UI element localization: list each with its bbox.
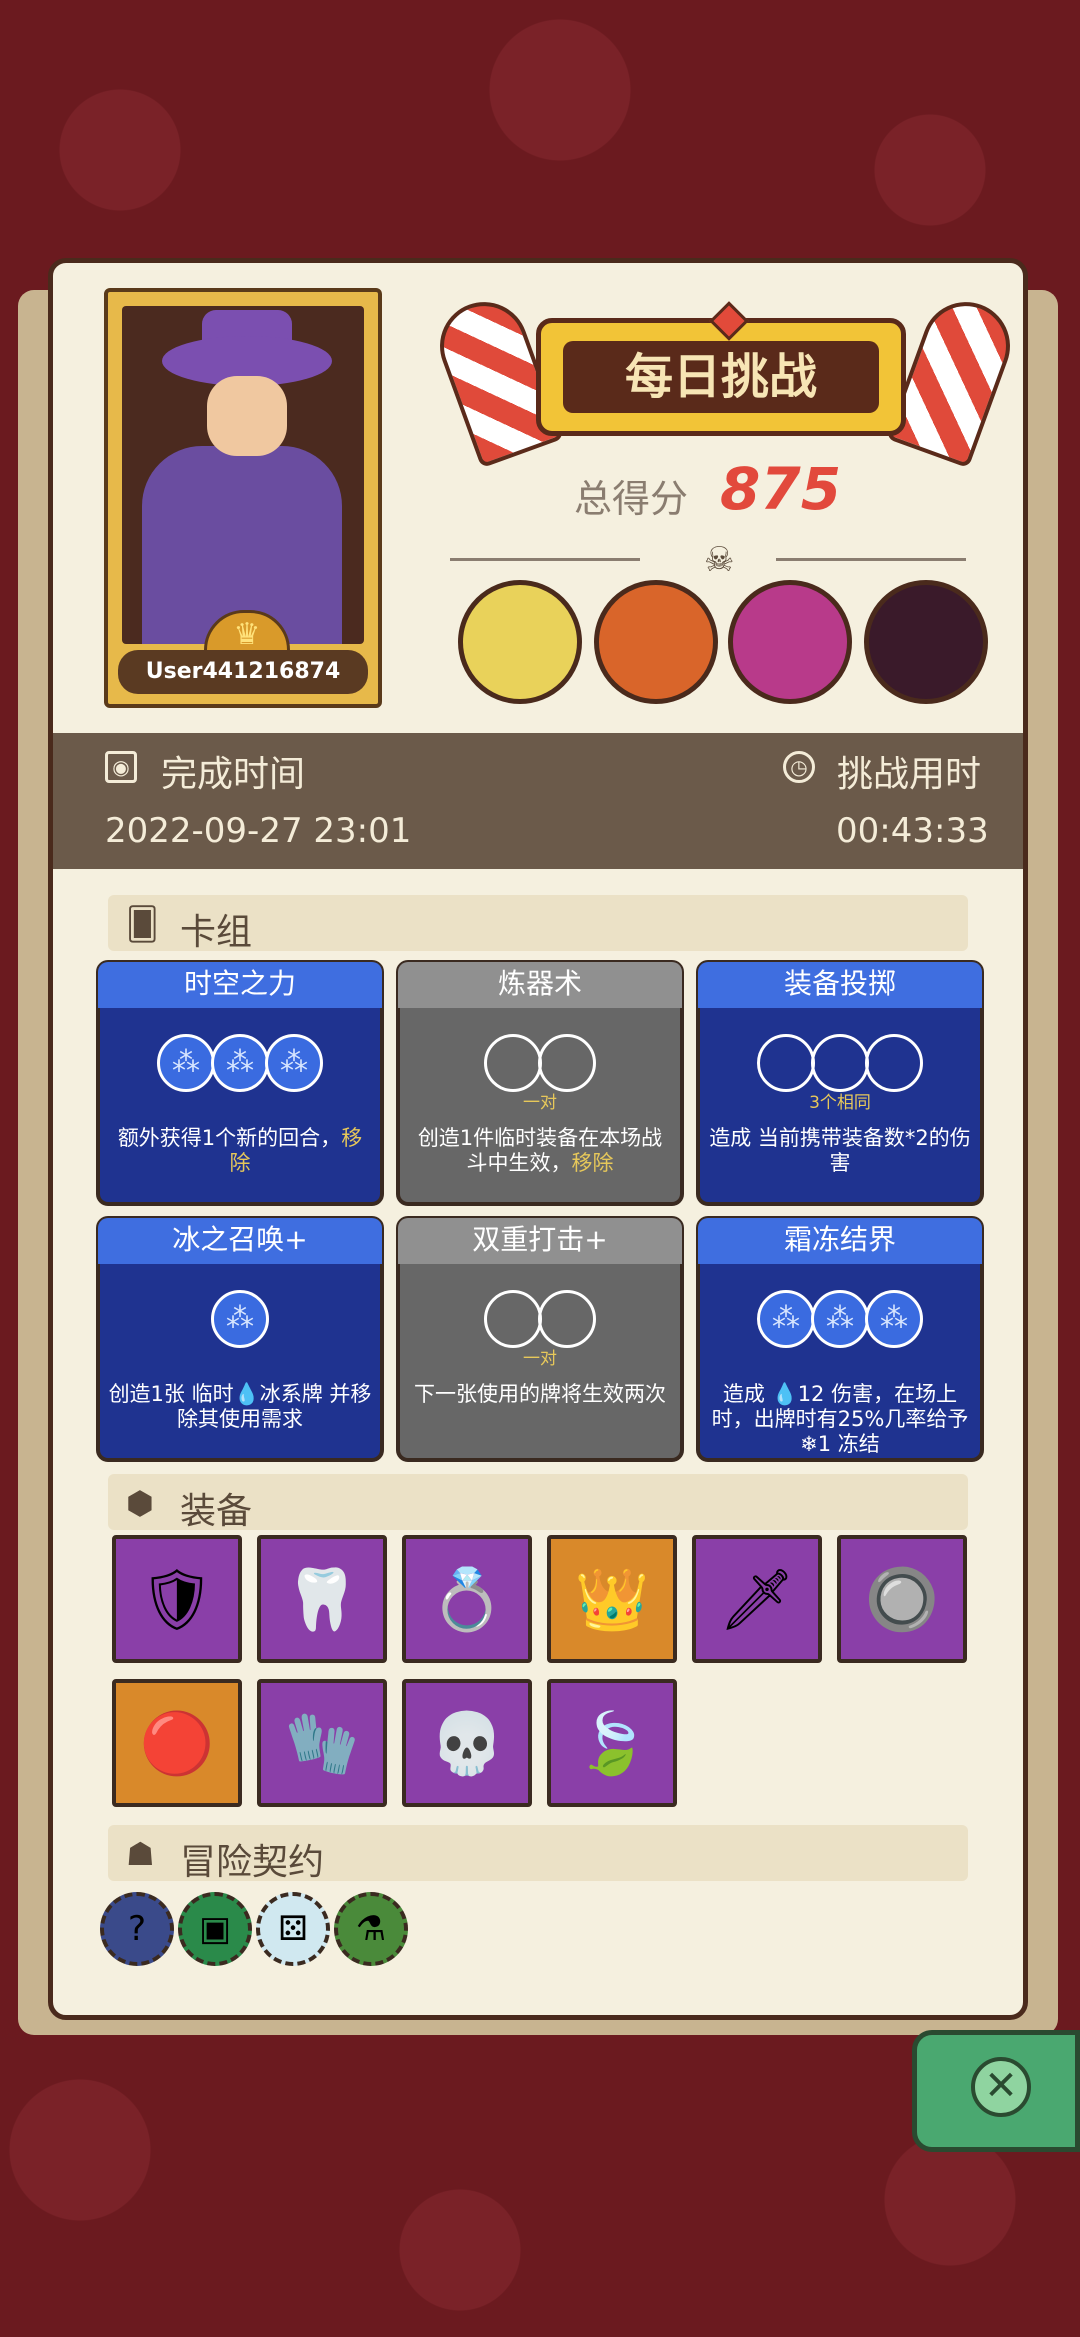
card-name: 炼器术 <box>398 962 682 1008</box>
leaf-icon[interactable]: 🍃 <box>547 1679 677 1807</box>
gauntlet-icon[interactable]: 🧤 <box>257 1679 387 1807</box>
deck-card[interactable]: 炼器术 一对 创造1件临时装备在本场战斗中生效，移除 <box>396 960 684 1206</box>
deck-section-header: 🂠 卡组 <box>108 895 968 953</box>
card-subtitle: 一对 <box>523 1349 557 1369</box>
card-description: 造成 当前携带装备数*2的伤害 <box>709 1126 971 1175</box>
time-bar: ◉ 完成时间 2022-09-27 23:01 ◷ 挑战用时 00:43:33 <box>53 733 1023 869</box>
card-cost: ⁂ ⁂ ⁂ <box>700 1290 980 1354</box>
duration-value: 00:43:33 <box>836 811 989 851</box>
gem-icon <box>865 1034 923 1092</box>
gem-icon <box>538 1290 596 1348</box>
deck-card[interactable]: 霜冻结界 ⁂ ⁂ ⁂ 造成 💧12 伤害，在场上时，出牌时有25%几率给予 ❄1 冻… <box>696 1216 984 1462</box>
finish-time-label: 完成时间 <box>161 754 306 795</box>
contract-icon: ☗ <box>126 1835 155 1873</box>
equipment-title: 装备 <box>180 1491 253 1532</box>
potion-icon[interactable]: ⚗ <box>334 1892 408 1966</box>
card-description: 创造1张 临时💧冰系牌 并移除其使用需求 <box>108 1382 372 1431</box>
stopwatch-icon: ◷ <box>783 751 815 783</box>
character-art <box>122 306 364 644</box>
gem-icon <box>757 1034 815 1092</box>
deck-card[interactable]: 双重打击+ 一对 下一张使用的牌将生效两次 <box>396 1216 684 1462</box>
card-cost: ⁂ <box>100 1290 380 1354</box>
card-name: 霜冻结界 <box>698 1218 982 1264</box>
divider-right <box>776 558 966 561</box>
card-cost: ⁂ ⁂ ⁂ <box>100 1034 380 1098</box>
gem-icon <box>538 1034 596 1092</box>
card-name: 冰之召唤+ <box>98 1218 382 1264</box>
close-button[interactable]: ✕ <box>912 2030 1080 2152</box>
duration-label: 挑战用时 <box>837 754 982 795</box>
skull-icon: ☠ <box>704 540 735 580</box>
gem-icon <box>484 1290 542 1348</box>
card-name: 时空之力 <box>98 962 382 1008</box>
player-portrait[interactable]: ♛ User441216874 <box>104 288 382 708</box>
fang-icon[interactable]: 🦷 <box>257 1535 387 1663</box>
card-description: 下一张使用的牌将生效两次 <box>414 1382 666 1406</box>
score-label: 总得分 <box>574 477 689 521</box>
gem-icon: ⁂ <box>811 1290 869 1348</box>
page-title: 每日挑战 <box>563 341 879 413</box>
button-icon[interactable]: 🔘 <box>837 1535 967 1663</box>
mystery-shield-icon[interactable]: ? <box>100 1892 174 1966</box>
skeleton-icon[interactable]: 💀 <box>402 1679 532 1807</box>
calendar-icon: ◉ <box>105 751 137 783</box>
amulet-icon[interactable]: 🔴 <box>112 1679 242 1807</box>
card-subtitle: 3个相同 <box>809 1093 871 1113</box>
gem-icon <box>484 1034 542 1092</box>
deck-card[interactable]: 冰之召唤+ ⁂ 创造1张 临时💧冰系牌 并移除其使用需求 <box>96 1216 384 1462</box>
finish-time-value: 2022-09-27 23:01 <box>105 811 412 851</box>
divider-left <box>450 558 640 561</box>
treasure-chest-icon[interactable]: ▣ <box>178 1892 252 1966</box>
gem-icon: ⁂ <box>757 1290 815 1348</box>
dagger-icon[interactable]: 🗡 <box>692 1535 822 1663</box>
card-description: 额外获得1个新的回合，移除 <box>117 1126 363 1175</box>
card-subtitle: 一对 <box>523 1093 557 1113</box>
gem-icon: ⁂ <box>211 1290 269 1348</box>
score-value: 875 <box>720 455 842 523</box>
cards-icon: 🂠 <box>126 905 159 943</box>
dragon-shield-icon[interactable]: 🛡 <box>112 1535 242 1663</box>
gem-icon: ⁂ <box>865 1290 923 1348</box>
boss-avatar-ogre[interactable] <box>594 580 718 704</box>
card-name: 装备投掷 <box>698 962 982 1008</box>
crown-icon[interactable]: 👑 <box>547 1535 677 1663</box>
boss-avatar-knight[interactable] <box>728 580 852 704</box>
contracts-title: 冒险契约 <box>180 1842 325 1883</box>
diamond-ring-icon[interactable]: 💍 <box>402 1535 532 1663</box>
deck-title: 卡组 <box>180 912 253 953</box>
deck-card[interactable]: 时空之力 ⁂ ⁂ ⁂ 额外获得1个新的回合，移除 <box>96 960 384 1206</box>
gem-icon: ⁂ <box>211 1034 269 1092</box>
title-banner: 每日挑战 <box>536 301 906 436</box>
cube-icon: ⬢ <box>126 1484 154 1522</box>
card-description: 造成 💧12 伤害，在场上时，出牌时有25%几率给予 ❄1 冻结 <box>711 1382 969 1456</box>
card-name: 双重打击+ <box>398 1218 682 1264</box>
gem-icon: ⁂ <box>157 1034 215 1092</box>
gem-icon <box>811 1034 869 1092</box>
contracts-section-header: ☗ 冒险契约 <box>108 1825 968 1883</box>
equipment-section-header: ⬢ 装备 <box>108 1474 968 1532</box>
card-description: 创造1件临时装备在本场战斗中生效，移除 <box>417 1126 663 1175</box>
gem-icon: ⁂ <box>265 1034 323 1092</box>
deck-card[interactable]: 装备投掷 3个相同 造成 当前携带装备数*2的伤害 <box>696 960 984 1206</box>
close-icon: ✕ <box>971 2057 1031 2117</box>
dice-icon[interactable]: ⚄ <box>256 1892 330 1966</box>
username: User441216874 <box>118 650 368 694</box>
boss-avatar-vampire[interactable] <box>864 580 988 704</box>
boss-avatar-wizard[interactable] <box>458 580 582 704</box>
